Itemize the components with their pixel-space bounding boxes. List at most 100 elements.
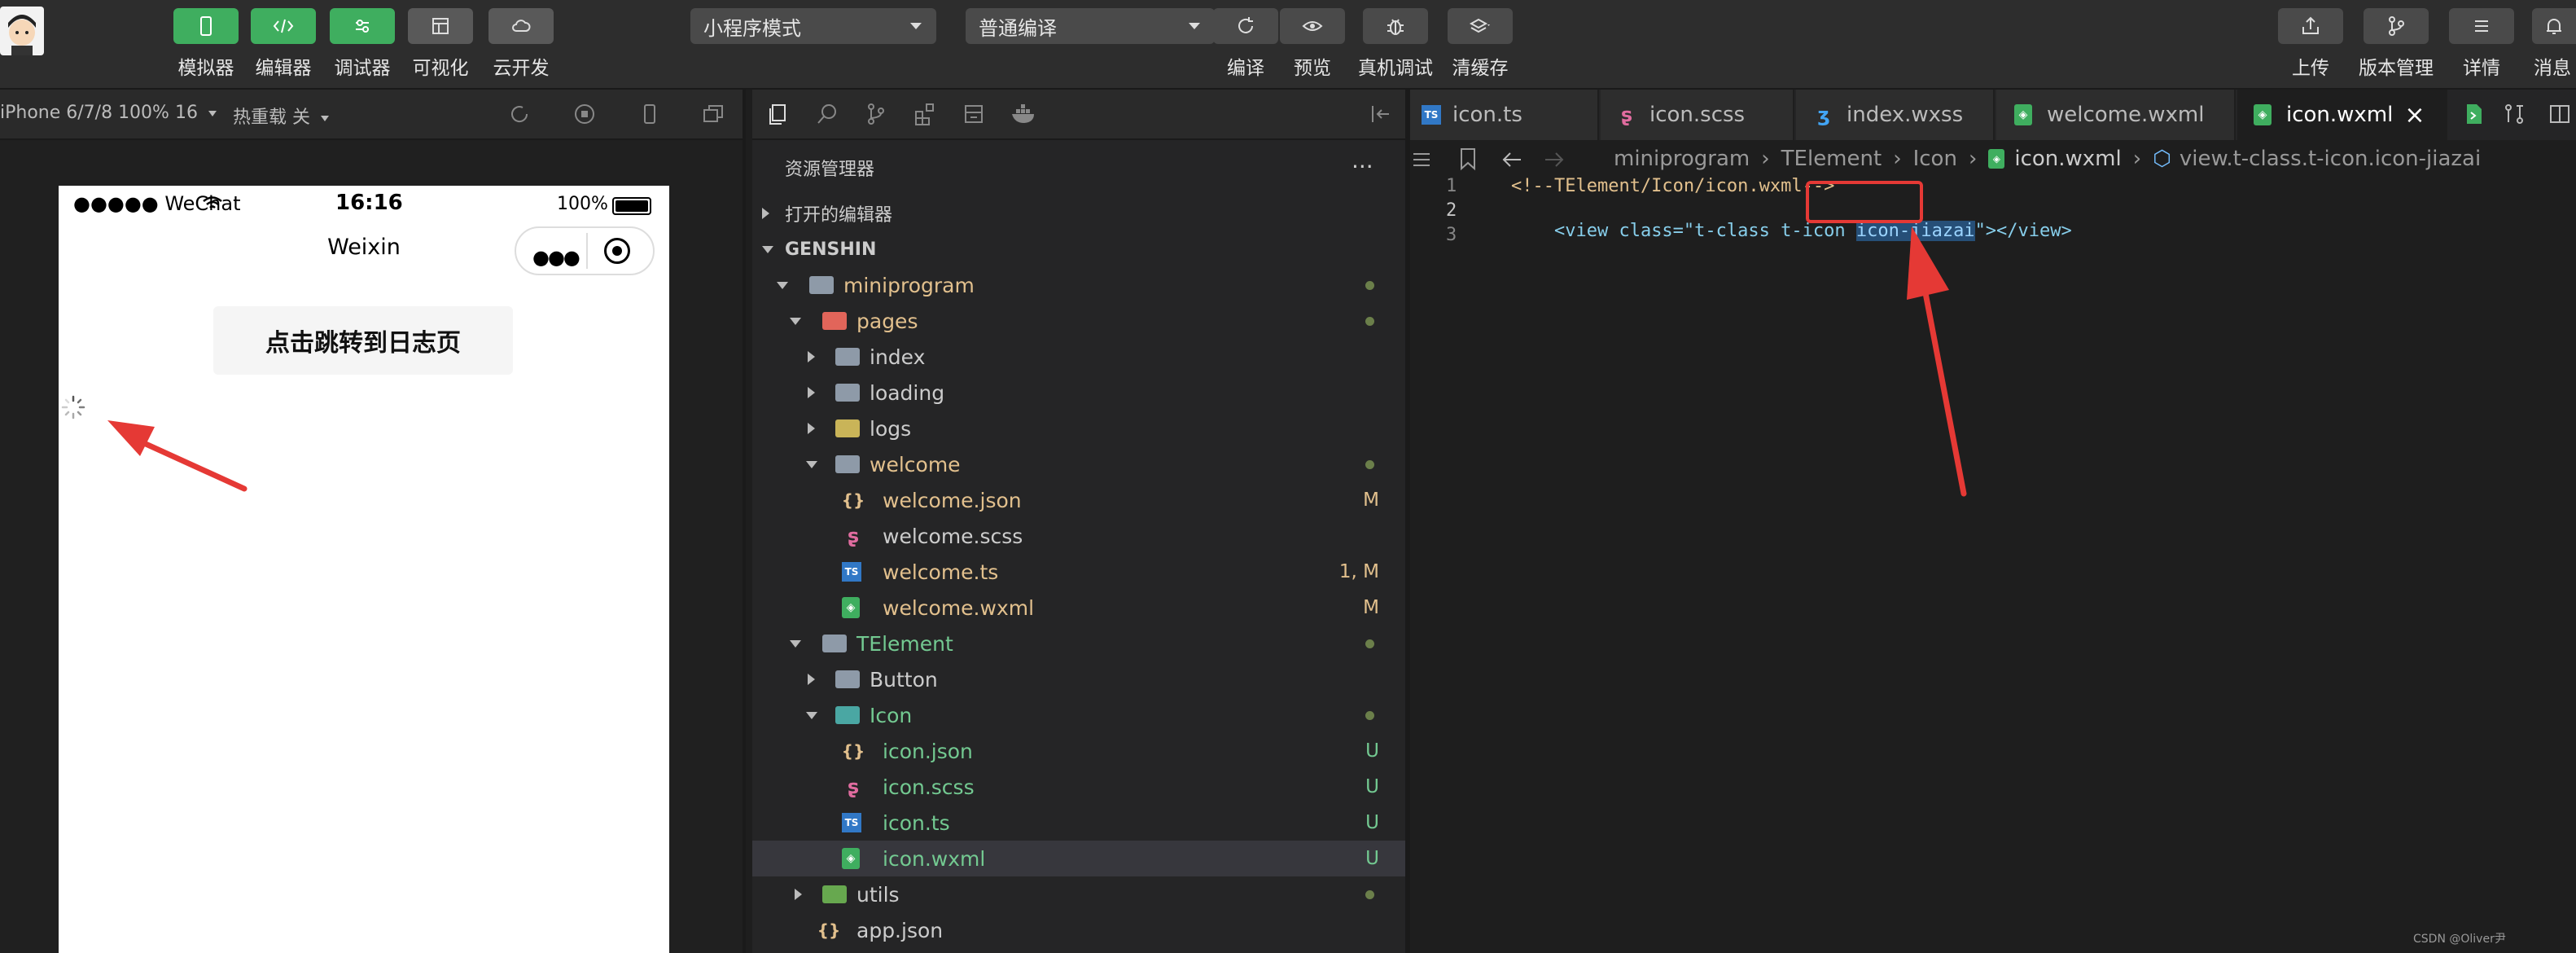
navigate-to-logs-button[interactable]: 点击跳转到日志页 [213, 306, 513, 375]
tree-item-icon-json[interactable]: {} icon.json U [752, 733, 1405, 769]
bookmark-icon[interactable] [1457, 147, 1479, 171]
tab-index-wxss[interactable]: ʒ index.wxss [1796, 90, 1995, 140]
tab-welcome-wxml[interactable]: ◈ welcome.wxml [1996, 90, 2236, 140]
messages-button[interactable] [2532, 8, 2576, 44]
breadcrumb-item[interactable]: icon.wxml [2014, 147, 2121, 171]
capsule-menu[interactable]: ●●● [515, 226, 655, 275]
breadcrumb-item[interactable]: miniprogram [1614, 147, 1750, 171]
avatar[interactable] [0, 7, 44, 55]
tree-item-telement[interactable]: TElement [752, 626, 1405, 661]
tab-icon-ts[interactable]: TS icon.ts [1410, 90, 1599, 140]
tree-item-loading[interactable]: loading [752, 375, 1405, 411]
close-target-icon[interactable] [604, 238, 630, 264]
eye-icon [1302, 21, 1323, 31]
split-editor-icon[interactable] [2547, 101, 2573, 127]
explorer-panel: 资源管理器 ... 打开的编辑器 GENSHIN miniprogram pag… [752, 90, 1405, 953]
tree-item-label: welcome.scss [883, 524, 1023, 548]
code-editor-panel: TS icon.ts ʂ icon.scss ʒ index.wxss ◈ we… [1410, 90, 2576, 953]
json-file-icon: {} [841, 741, 865, 761]
tab-label: icon.wxml [2286, 103, 2394, 127]
tree-item-icon-scss[interactable]: ʂ icon.scss U [752, 769, 1405, 805]
tree-item-logs[interactable]: logs [752, 411, 1405, 446]
docker-icon[interactable] [1010, 101, 1039, 127]
tree-item-welcome-json[interactable]: {} welcome.json M [752, 482, 1405, 518]
files-icon[interactable] [765, 101, 791, 127]
device-select[interactable]: iPhone 6/7/8 100% 16 [0, 103, 217, 123]
explorer-more-button[interactable]: ... [1352, 147, 1373, 173]
tree-item-index[interactable]: index [752, 339, 1405, 375]
back-arrow-icon[interactable] [1500, 148, 1524, 171]
breadcrumb-item[interactable]: Icon [1913, 147, 1957, 171]
tree-item-miniprogram[interactable]: miniprogram [752, 267, 1405, 303]
rotate-icon[interactable] [506, 101, 532, 127]
cloud-button[interactable] [488, 8, 554, 44]
upload-icon [2302, 16, 2319, 34]
code-line-2[interactable]: <view class="t-class t-icon icon-jiazai"… [1511, 200, 2072, 261]
tree-item-welcome-ts[interactable]: TS welcome.ts 1, M [752, 554, 1405, 590]
hot-reload-toggle[interactable]: 热重载 关 [233, 103, 329, 129]
open-preview-icon[interactable] [2460, 101, 2486, 127]
compare-changes-icon[interactable] [2501, 101, 2527, 127]
mode-select-value: 小程序模式 [703, 16, 801, 40]
real-device-debug-button[interactable] [1363, 8, 1428, 44]
extensions-icon[interactable] [912, 101, 938, 127]
loading-spinner-icon [61, 395, 85, 419]
open-editors-section[interactable]: 打开的编辑器 [752, 195, 1405, 231]
tree-item-welcome-wxml[interactable]: ◈ welcome.wxml M [752, 590, 1405, 626]
upload-button[interactable] [2278, 8, 2343, 44]
json-file-icon: {} [841, 490, 865, 510]
forward-arrow-icon[interactable] [1542, 148, 1566, 171]
project-section[interactable]: GENSHIN [752, 231, 1405, 267]
source-control-icon[interactable] [863, 101, 889, 127]
chevron-down-icon [806, 460, 817, 468]
collapse-panel-icon[interactable] [1368, 101, 1394, 127]
chevron-down-icon [777, 281, 788, 289]
clear-cache-label: 清缓存 [1452, 58, 1509, 79]
chevron-right-icon: › [2132, 147, 2142, 171]
breadcrumb-item[interactable]: TElement [1781, 147, 1882, 171]
tree-item-app-json[interactable]: {} app.json [752, 912, 1405, 948]
tab-icon-wxml-active[interactable]: ◈ icon.wxml × [2237, 90, 2447, 140]
tab-label: index.wxss [1847, 103, 1964, 127]
debugger-button[interactable] [330, 8, 395, 44]
folder-icon-component-icon [835, 706, 860, 724]
folder-icon [835, 384, 860, 402]
mode-select[interactable]: 小程序模式 [690, 8, 936, 44]
details-button[interactable] [2449, 8, 2514, 44]
compile-select[interactable]: 普通编译 [966, 8, 1215, 44]
tab-icon-scss[interactable]: ʂ icon.scss [1601, 90, 1794, 140]
code-line-1[interactable]: <!--TElement/Icon/icon.wxml--> [1511, 176, 1834, 196]
wxml-file-icon: ◈ [842, 597, 860, 618]
search-icon[interactable] [814, 101, 840, 127]
storage-icon[interactable] [961, 101, 987, 127]
wxml-file-icon: ◈ [2014, 104, 2032, 125]
line-number-3: 3 [1446, 225, 1457, 245]
tree-item-pages[interactable]: pages [752, 303, 1405, 339]
stop-icon[interactable] [572, 101, 598, 127]
preview-button[interactable] [1280, 8, 1345, 44]
chevron-down-icon [208, 110, 217, 116]
tree-item-welcome-scss[interactable]: ʂ welcome.scss [752, 518, 1405, 554]
tree-item-icon-folder[interactable]: Icon [752, 697, 1405, 733]
popout-icon[interactable] [700, 101, 726, 127]
tree-item-utils[interactable]: utils [752, 876, 1405, 912]
tree-item-button[interactable]: Button [752, 661, 1405, 697]
editor-button[interactable] [251, 8, 316, 44]
breadcrumb-item[interactable]: view.t-class.t-icon.icon-jiazai [2180, 147, 2481, 171]
tree-item-welcome[interactable]: welcome [752, 446, 1405, 482]
compile-button[interactable] [1213, 8, 1278, 44]
device-icon[interactable] [637, 101, 663, 127]
simulator-button[interactable] [173, 8, 239, 44]
list-icon[interactable] [1410, 148, 1433, 171]
close-icon[interactable]: × [2404, 101, 2425, 130]
wifi-icon [203, 196, 222, 209]
folder-open-icon [835, 455, 860, 473]
panel-divider[interactable] [743, 90, 746, 953]
tree-item-icon-ts[interactable]: TS icon.ts U [752, 805, 1405, 841]
more-dots-icon[interactable]: ●●● [532, 246, 580, 269]
tree-item-label: welcome.ts [883, 560, 999, 584]
version-control-button[interactable] [2364, 8, 2429, 44]
visualize-button[interactable] [408, 8, 473, 44]
clear-cache-button[interactable] [1448, 8, 1513, 44]
tree-item-icon-wxml[interactable]: ◈ icon.wxml U [752, 841, 1405, 876]
